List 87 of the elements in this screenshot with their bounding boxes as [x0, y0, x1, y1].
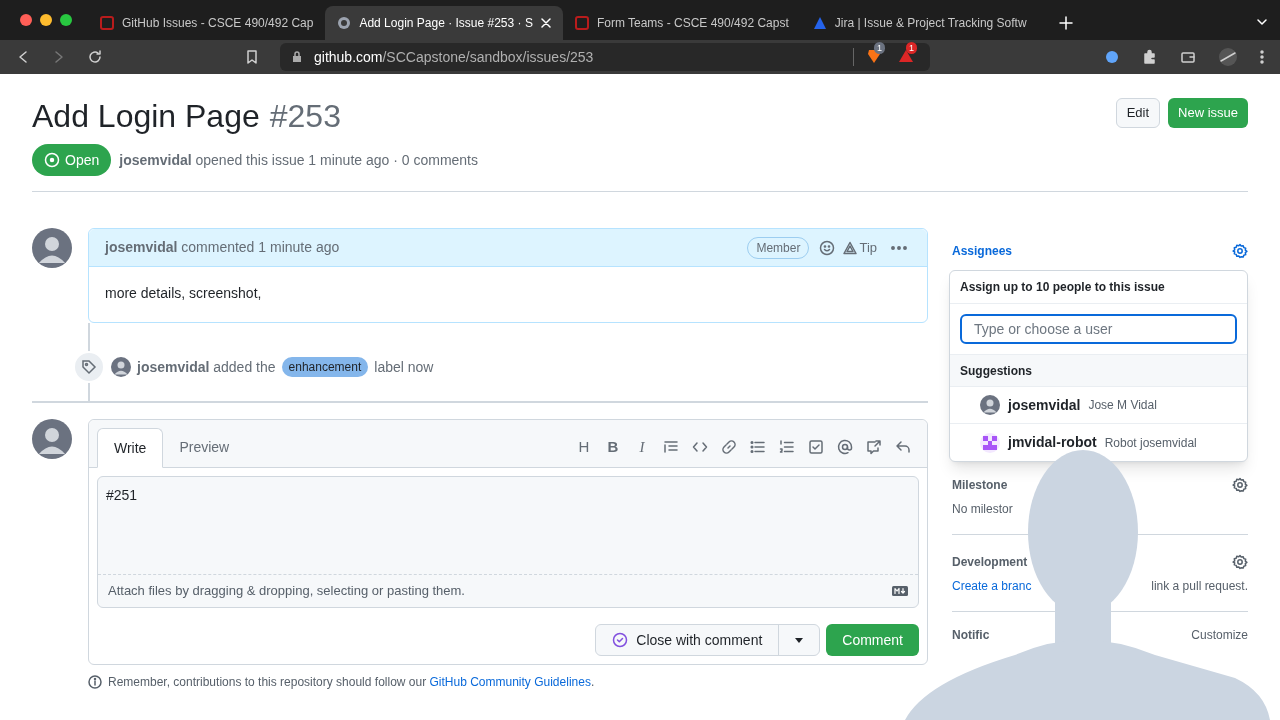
milestone-value: No milestor	[952, 501, 1014, 518]
extension-icon[interactable]	[1104, 49, 1120, 65]
event-text: label now	[374, 357, 434, 377]
assignees-heading[interactable]: Assignees	[952, 242, 1013, 260]
user-full-name: Jose M Vidal	[1088, 397, 1157, 414]
cross-reference-icon[interactable]	[866, 439, 882, 455]
comment-body: more details, screenshot,	[105, 284, 263, 303]
bold-button[interactable]: B	[605, 435, 621, 459]
window-control-icon[interactable]	[20, 14, 32, 26]
status-badge: Open	[32, 144, 112, 176]
open-issue-icon	[44, 152, 60, 168]
course-logo-icon	[574, 16, 589, 30]
user-suggestion[interactable]: jmvidal-robot Robot josemvidal	[950, 424, 1247, 461]
info-icon	[88, 675, 102, 689]
avatar	[980, 395, 1000, 415]
contribution-note: Remember, contributions to this repository should follow our GitHub Community Guidelines.	[108, 674, 595, 691]
triangle-logo-icon	[812, 16, 827, 30]
user-login: jmvidal-robot	[1008, 433, 1097, 452]
code-icon[interactable]	[692, 439, 708, 455]
notification-badge: 1	[874, 42, 885, 54]
customize-link[interactable]: Customize	[1191, 626, 1248, 644]
bulleted-list-icon[interactable]	[750, 439, 766, 455]
attach-files-hint[interactable]: Attach files by dragging & dropping, selecting or pasting them.	[108, 581, 465, 601]
menu-icon[interactable]	[1260, 50, 1264, 64]
link-icon[interactable]	[721, 439, 737, 455]
window-control-icon[interactable]	[40, 14, 52, 26]
italic-button[interactable]: I	[634, 435, 650, 459]
more-options-icon[interactable]	[891, 245, 907, 250]
section-heading: Milestone	[952, 477, 1008, 494]
edit-button[interactable]: Edit	[1115, 98, 1161, 128]
preview-tab[interactable]: Preview	[163, 427, 246, 467]
close-icon[interactable]	[540, 18, 551, 28]
smiley-icon[interactable]	[819, 239, 836, 256]
reload-icon[interactable]	[88, 50, 102, 64]
user-suggestion[interactable]: josemvidal Jose M Vidal	[950, 387, 1247, 424]
browser-tab[interactable]: GitHub Issues - CSCE 490/492 Cap	[88, 6, 326, 40]
avatar	[32, 419, 72, 459]
development-text: link a pull request.	[1151, 578, 1248, 595]
check-circle-icon	[612, 632, 629, 648]
popup-title: Assign up to 10 people to this issue	[950, 271, 1247, 304]
address-bar[interactable]: github.com/SCCapstone/sandbox/issues/253 1 1	[280, 43, 930, 71]
bookmark-icon[interactable]	[246, 50, 258, 64]
reply-icon[interactable]	[895, 439, 911, 455]
forward-icon[interactable]	[52, 50, 66, 64]
new-tab-icon[interactable]	[1058, 16, 1073, 30]
puzzle-piece-icon[interactable]	[1142, 49, 1158, 65]
mention-icon[interactable]	[837, 439, 853, 455]
browser-tab[interactable]: Add Login Page · Issue #253 · S	[325, 6, 563, 40]
identicon-avatar	[980, 432, 1000, 453]
comment-input[interactable]: #251 Attach files by dragging & dropping, selecting or pasting them.	[97, 476, 919, 608]
window-control-icon[interactable]	[60, 14, 72, 26]
user-search-field[interactable]: Type or choose a user	[960, 314, 1237, 344]
issue-label[interactable]: enhancement	[281, 357, 369, 377]
warning-triangle-icon	[843, 240, 858, 255]
guidelines-link[interactable]: GitHub Community Guidelines	[429, 675, 591, 689]
settings-icon[interactable]	[1232, 477, 1248, 493]
caret-icon	[795, 637, 804, 643]
issue-meta-text: josemvidal opened this issue 1 minute ago · 0 comments	[119, 150, 478, 170]
back-icon[interactable]	[16, 50, 30, 64]
user-login: josemvidal	[1008, 395, 1081, 415]
tip-button[interactable]: Tip	[843, 237, 877, 258]
task-list-icon[interactable]	[808, 439, 824, 455]
comment-header-text: josemvidal commented 1 minute ago	[105, 238, 340, 257]
settings-icon[interactable]	[1232, 243, 1248, 259]
avatar	[32, 228, 72, 268]
settings-icon[interactable]	[1232, 554, 1248, 570]
avatar	[111, 357, 131, 377]
browser-tab[interactable]: Jira | Issue & Project Tracking Softw	[800, 6, 1039, 40]
wallet-icon[interactable]	[1180, 49, 1196, 65]
course-logo-icon	[100, 16, 114, 30]
heading-button[interactable]: H	[576, 435, 592, 459]
profile-icon[interactable]	[1218, 47, 1238, 67]
issue-title: Add Login Page #253	[32, 97, 341, 136]
create-branch-link[interactable]: Create a branc	[952, 577, 1032, 595]
quote-icon[interactable]	[663, 439, 679, 455]
chevron-down-icon[interactable]	[1256, 16, 1268, 28]
notification-badge: 1	[906, 42, 917, 54]
numbered-list-icon[interactable]	[779, 439, 795, 455]
section-heading: Development	[952, 554, 1028, 571]
event-text: josemvidal added the	[137, 357, 276, 377]
section-heading: Suggestions	[950, 355, 1247, 387]
user-full-name: Robot josemvidal	[1104, 434, 1197, 452]
browser-tab[interactable]: Form Teams - CSCE 490/492 Capst	[562, 6, 801, 40]
section-heading: Notific	[952, 627, 990, 644]
lock-icon	[292, 51, 302, 63]
write-tab[interactable]: Write	[97, 428, 164, 468]
markdown-icon[interactable]	[892, 586, 908, 596]
